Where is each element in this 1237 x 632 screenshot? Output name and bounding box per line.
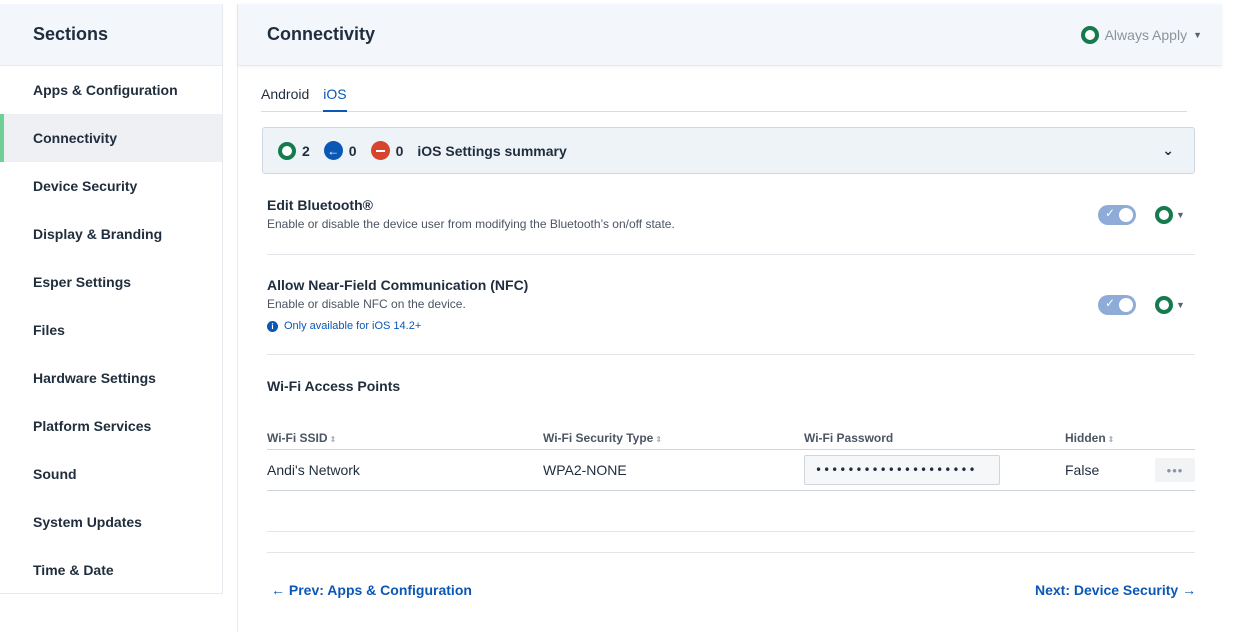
wifi-table: Wi-Fi SSID ⇕ Wi-Fi Security Type ⇕ Wi-Fi P… (267, 427, 1195, 491)
sidebar-item-time-date[interactable]: Time & Date (0, 546, 222, 594)
always-apply-icon (1155, 296, 1173, 314)
sidebar-item-connectivity[interactable]: Connectivity (0, 114, 222, 162)
applied-count: 2 (302, 142, 310, 159)
main-header: Connectivity Always Apply ▼ (238, 4, 1222, 66)
bluetooth-toggle[interactable]: ✓ (1098, 205, 1136, 225)
sections-sidebar: Sections Apps & Configuration Connectivi… (0, 4, 223, 594)
setting-allow-nfc: Allow Near-Field Communication (NFC) Ena… (267, 277, 1195, 332)
apply-mode-label: Always Apply (1104, 26, 1188, 43)
divider (267, 354, 1195, 355)
sidebar-item-device-security[interactable]: Device Security (0, 162, 222, 210)
sidebar-item-sound[interactable]: Sound (0, 450, 222, 498)
minus-icon (370, 141, 390, 160)
applied-icon (278, 141, 296, 160)
setting-description: Enable or disable the device user from m… (267, 217, 675, 231)
check-icon: ✓ (1105, 296, 1116, 310)
caret-down-icon: ▼ (1193, 29, 1202, 40)
sidebar-item-system-updates[interactable]: System Updates (0, 498, 222, 546)
nfc-apply-dropdown[interactable]: ▼ (1155, 296, 1185, 314)
divider (267, 254, 1195, 255)
sidebar-item-esper-settings[interactable]: Esper Settings (0, 258, 222, 306)
always-apply-icon (1080, 25, 1099, 44)
chevron-down-icon[interactable]: ⌄ (1162, 142, 1174, 159)
cell-ssid: Andi's Network (267, 462, 360, 478)
sort-icon: ⇕ (655, 435, 663, 444)
sidebar-list: Apps & Configuration Connectivity Device… (0, 66, 222, 594)
setting-title: Edit Bluetooth® (267, 197, 373, 213)
summary-pending: ← 0 (323, 141, 357, 160)
divider (267, 531, 1195, 532)
cell-password (804, 455, 1065, 485)
sidebar-item-hardware-settings[interactable]: Hardware Settings (0, 354, 222, 402)
apply-mode-dropdown[interactable]: Always Apply ▼ (1080, 25, 1202, 44)
table-row: Andi's Network WPA2-NONE False ••• (267, 450, 1195, 491)
column-header-password: Wi-Fi Password (804, 431, 894, 445)
availability-note: i Only available for iOS 14.2+ (267, 320, 1195, 332)
sidebar-item-platform-services[interactable]: Platform Services (0, 402, 222, 450)
blocked-count: 0 (395, 142, 404, 159)
password-field[interactable] (804, 455, 1000, 485)
arrow-left-icon: ← (323, 141, 343, 160)
cell-security-type: WPA2-NONE (543, 462, 627, 478)
caret-down-icon: ▼ (1176, 210, 1185, 220)
setting-description: Enable or disable NFC on the device. (267, 297, 466, 311)
column-header-hidden[interactable]: Hidden ⇕ (1065, 431, 1155, 445)
summary-blocked: 0 (370, 141, 404, 160)
sidebar-item-display-branding[interactable]: Display & Branding (0, 210, 222, 258)
page-title: Connectivity (267, 24, 376, 44)
settings-summary-panel[interactable]: 2 ← 0 0 iOS Settings summary ⌄ (262, 127, 1195, 174)
summary-label: iOS Settings summary (417, 142, 567, 159)
info-icon: i (267, 320, 278, 332)
check-icon: ✓ (1105, 206, 1116, 220)
setting-title: Allow Near-Field Communication (NFC) (267, 277, 529, 293)
platform-tabs: Android iOS (261, 84, 1187, 112)
cell-hidden: False (1065, 462, 1100, 478)
row-more-actions-button[interactable]: ••• (1155, 458, 1195, 482)
column-header-ssid[interactable]: Wi-Fi SSID ⇕ (267, 431, 543, 445)
main-panel: Connectivity Always Apply ▼ Android iOS … (237, 4, 1237, 632)
sidebar-title: Sections (0, 4, 222, 66)
sort-icon: ⇕ (1107, 435, 1115, 444)
wifi-section-title: Wi-Fi Access Points (267, 378, 401, 394)
always-apply-icon (1155, 206, 1173, 224)
next-section-link[interactable]: Next: Device Security → (1035, 582, 1196, 598)
table-header: Wi-Fi SSID ⇕ Wi-Fi Security Type ⇕ Wi-Fi P… (267, 427, 1195, 450)
summary-applied: 2 (278, 141, 310, 160)
availability-note-text: Only available for iOS 14.2+ (284, 320, 422, 332)
sidebar-item-files[interactable]: Files (0, 306, 222, 354)
nfc-toggle[interactable]: ✓ (1098, 295, 1136, 315)
tab-ios[interactable]: iOS (323, 84, 347, 112)
prev-section-link[interactable]: ← Prev: Apps & Configuration (271, 582, 472, 598)
sort-icon: ⇕ (329, 435, 337, 444)
caret-down-icon: ▼ (1176, 300, 1185, 310)
bluetooth-apply-dropdown[interactable]: ▼ (1155, 206, 1185, 224)
divider (267, 552, 1195, 553)
pending-count: 0 (348, 142, 357, 159)
sidebar-item-apps-configuration[interactable]: Apps & Configuration (0, 66, 222, 114)
tab-android[interactable]: Android (261, 84, 309, 112)
column-header-security-type[interactable]: Wi-Fi Security Type ⇕ (543, 431, 804, 445)
setting-edit-bluetooth: Edit Bluetooth® Enable or disable the de… (267, 197, 1195, 231)
